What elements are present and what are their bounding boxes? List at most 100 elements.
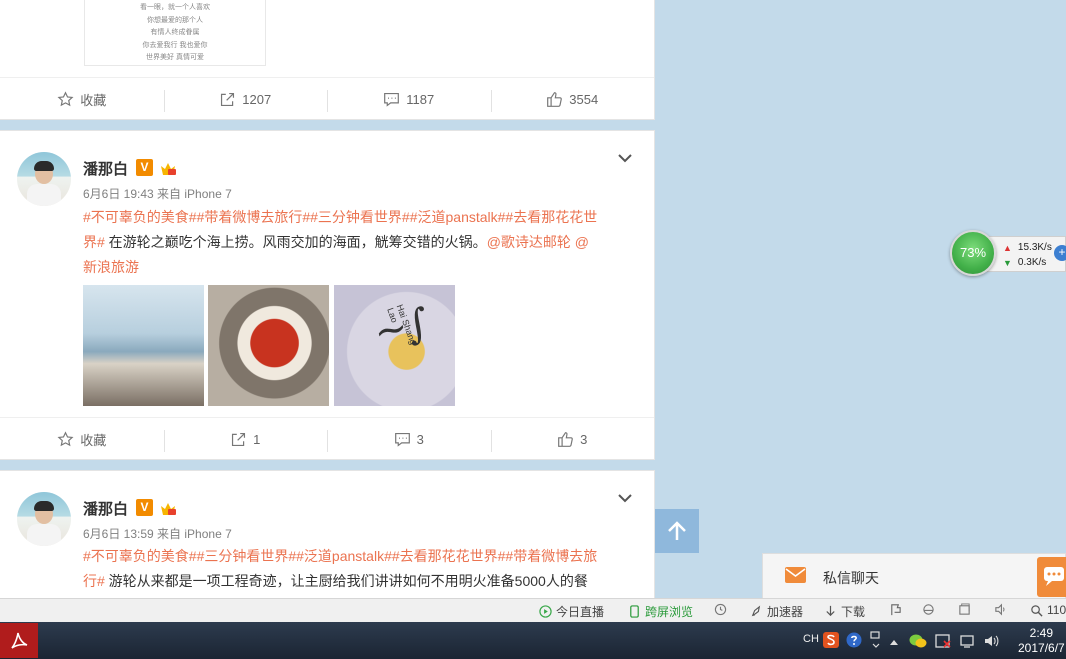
- username[interactable]: 潘那白: [83, 158, 128, 179]
- avatar-hair: [34, 501, 54, 511]
- system-clock[interactable]: 2:49 2017/6/7: [1018, 626, 1065, 656]
- cross-screen-button[interactable]: 跨屏浏览: [628, 603, 693, 620]
- star-icon: [57, 91, 74, 107]
- window-button[interactable]: [958, 603, 975, 616]
- magnifier-icon: [1031, 604, 1043, 617]
- mail-icon: [785, 567, 806, 583]
- post-photo[interactable]: [83, 285, 204, 406]
- action-bar: 收藏 1207 1187 3554: [0, 77, 654, 121]
- username[interactable]: 潘那白: [83, 498, 128, 519]
- image-text-line: 有情人终成眷属: [150, 29, 200, 36]
- accelerator-label: 加速器: [767, 605, 804, 619]
- flag-button[interactable]: [889, 603, 906, 616]
- post-meta[interactable]: 6月6日 19:43 来自 iPhone 7: [83, 185, 232, 202]
- live-button[interactable]: 今日直播: [539, 603, 604, 620]
- refresh-icon: [714, 603, 727, 616]
- chevron-down-icon[interactable]: [617, 493, 633, 503]
- like-button[interactable]: 3: [490, 418, 655, 461]
- favorite-button[interactable]: 收藏: [0, 78, 164, 121]
- show-hidden-icons-chevron[interactable]: [889, 638, 899, 646]
- back-to-top-button[interactable]: [655, 509, 699, 553]
- topic-links[interactable]: 界#: [83, 234, 105, 250]
- ie-mode-button[interactable]: [922, 603, 939, 616]
- post-card: 潘那白 V 6月6日 13:59 来自 iPhone 7 #不可辜负的美食##三…: [0, 470, 655, 600]
- post-photo[interactable]: [208, 285, 329, 406]
- topic-links[interactable]: #不可辜负的美食##带着微博去旅行##三分钟看世界##泛道panstalk##去…: [83, 209, 597, 225]
- post-meta[interactable]: 6月6日 13:59 来自 iPhone 7: [83, 525, 232, 542]
- private-chat-panel[interactable]: 私信聊天: [762, 553, 1066, 600]
- browser-status-bar: 今日直播 跨屏浏览 加速器 下载 110: [0, 598, 1066, 622]
- vip-crown-icon[interactable]: [159, 159, 177, 177]
- accelerator-button[interactable]: 加速器: [750, 603, 803, 620]
- comment-icon: [384, 92, 400, 107]
- down-arrow-icon: ▼: [1003, 257, 1012, 268]
- acrobat-icon: [11, 632, 28, 649]
- chevron-down-icon[interactable]: [617, 153, 633, 163]
- avatar[interactable]: [17, 492, 71, 546]
- pdf-reader-taskbar-button[interactable]: [0, 623, 38, 658]
- mention-link[interactable]: @歌诗达邮轮: [487, 234, 571, 250]
- rocket-icon: [751, 605, 761, 617]
- post-body: 在游轮之巅吃个海上捞。风雨交加的海面，觥筹交错的火锅。: [104, 234, 487, 250]
- speaker-icon: [995, 603, 1005, 616]
- thumbs-up-icon: [547, 92, 563, 107]
- network-monitor-widget[interactable]: ▲ 15.3K/s ▼ 0.3K/s 73% +: [950, 228, 1066, 276]
- topic-links[interactable]: 行#: [83, 573, 105, 589]
- avatar-figure: [27, 184, 61, 206]
- history-button[interactable]: [714, 603, 731, 616]
- avatar[interactable]: [17, 152, 71, 206]
- download-speed: 0.3K/s: [1017, 257, 1047, 268]
- zoom-control[interactable]: 110: [1030, 603, 1066, 617]
- verified-badge[interactable]: V: [136, 499, 153, 516]
- expand-plus-button[interactable]: +: [1054, 245, 1066, 261]
- post-card: 潘那白 V 6月6日 19:43 来自 iPhone 7 #不可辜负的美食##带…: [0, 130, 655, 460]
- post-body: 游轮从来都是一项工程奇迹，让主厨给我们讲讲如何不用明火准备5000人的餐: [104, 573, 588, 589]
- share-icon: [221, 92, 235, 107]
- repost-count: 1: [253, 432, 261, 447]
- repost-button[interactable]: 1: [163, 418, 328, 461]
- volume-button[interactable]: [994, 603, 1011, 616]
- topic-links[interactable]: #不可辜负的美食##三分钟看世界##泛道panstalk##去看那花花世界##带…: [83, 548, 597, 564]
- comment-button[interactable]: 1187: [327, 78, 491, 121]
- clock-time: 2:49: [1029, 626, 1054, 640]
- favorite-button[interactable]: 收藏: [0, 418, 164, 461]
- post-photo[interactable]: ~∫ Hai Shang Lao: [334, 285, 455, 406]
- mention-link[interactable]: 新浪旅游: [83, 259, 139, 275]
- mention-link[interactable]: @: [575, 234, 589, 250]
- volume-icon[interactable]: [983, 633, 999, 649]
- vip-crown-icon[interactable]: [159, 499, 177, 517]
- chat-bubble-icon: [1044, 567, 1064, 586]
- security-shield-icon[interactable]: [935, 633, 951, 649]
- language-indicator[interactable]: CH: [803, 633, 819, 645]
- comment-button[interactable]: 3: [327, 418, 491, 461]
- weibo-feed: 看一眼，就一个人喜欢 你想最爱的那个人 有情人终成眷属 你去爱我行 我也爱你 世…: [0, 0, 655, 600]
- ie-icon: [923, 604, 934, 615]
- comment-count: 1187: [406, 92, 435, 107]
- chat-bubble-button[interactable]: [1037, 557, 1066, 597]
- download-button[interactable]: 下载: [824, 603, 865, 620]
- like-count: 3554: [569, 92, 599, 107]
- cpu-gauge[interactable]: 73%: [950, 230, 996, 276]
- repost-button[interactable]: 1207: [163, 78, 328, 121]
- download-arrow-icon: [826, 605, 835, 617]
- network-icon[interactable]: [959, 633, 975, 649]
- cross-screen-label: 跨屏浏览: [645, 605, 694, 619]
- flag-icon: [891, 604, 901, 616]
- wechat-icon[interactable]: [909, 633, 927, 649]
- image-text-line: 看一眼，就一个人喜欢: [140, 4, 210, 11]
- comment-icon: [394, 432, 410, 447]
- live-label: 今日直播: [556, 605, 605, 619]
- favorite-label: 收藏: [80, 433, 107, 448]
- action-bar: 收藏 1 3 3: [0, 417, 654, 461]
- help-icon[interactable]: [846, 632, 862, 648]
- sogou-ime-icon[interactable]: [823, 632, 839, 648]
- share-icon: [232, 432, 246, 447]
- like-button[interactable]: 3554: [490, 78, 655, 121]
- post-image[interactable]: 看一眼，就一个人喜欢 你想最爱的那个人 有情人终成眷属 你去爱我行 我也爱你 世…: [84, 0, 266, 66]
- phone-icon: [630, 605, 639, 618]
- post-text: #不可辜负的美食##带着微博去旅行##三分钟看世界##泛道panstalk##去…: [83, 205, 633, 280]
- tray-sync-icon[interactable]: [869, 630, 883, 650]
- avatar-figure: [27, 524, 61, 546]
- verified-badge[interactable]: V: [136, 159, 153, 176]
- avatar-hair: [34, 161, 54, 171]
